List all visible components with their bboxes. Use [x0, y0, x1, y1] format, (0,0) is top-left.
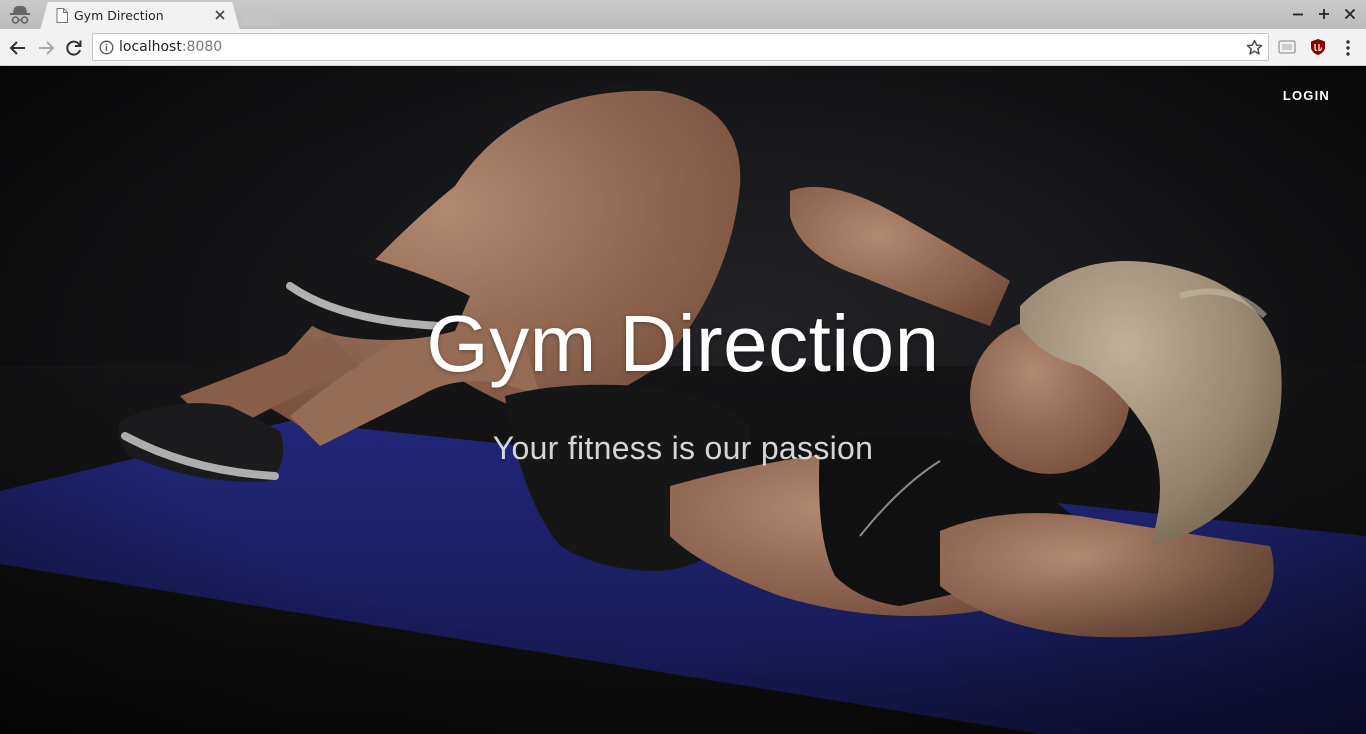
- new-tab-button[interactable]: [240, 7, 274, 26]
- close-window-button[interactable]: [1342, 4, 1358, 24]
- window-controls: [1290, 4, 1358, 24]
- close-icon[interactable]: [214, 9, 226, 21]
- ublock-icon[interactable]: [1309, 38, 1327, 56]
- address-bar[interactable]: localhost:8080: [92, 33, 1269, 61]
- login-link[interactable]: LOGIN: [1283, 88, 1330, 103]
- browser-tab[interactable]: Gym Direction: [40, 2, 240, 30]
- maximize-icon: [1319, 9, 1329, 19]
- screenshot-extension-icon[interactable]: [1278, 38, 1296, 56]
- incognito-icon: [10, 6, 30, 24]
- maximize-button[interactable]: [1316, 4, 1332, 24]
- tab-title: Gym Direction: [74, 8, 164, 23]
- url-port: :8080: [181, 39, 223, 55]
- hero-title: Gym Direction: [426, 299, 940, 388]
- info-icon[interactable]: [99, 40, 114, 55]
- star-icon[interactable]: [1246, 39, 1263, 56]
- close-window-icon: [1344, 8, 1356, 20]
- browser-toolbar: localhost:8080: [0, 29, 1366, 66]
- minimize-icon: [1293, 13, 1303, 16]
- hero-section: LOGIN Gym Direction Your fitness is our …: [0, 66, 1366, 734]
- back-arrow-icon[interactable]: [8, 38, 28, 58]
- page-icon: [56, 8, 68, 23]
- url-text: localhost:8080: [119, 39, 222, 55]
- url-host: localhost: [119, 39, 182, 55]
- browser-tab-strip: Gym Direction: [0, 0, 1366, 30]
- hero-background-image: [0, 66, 1366, 734]
- menu-dots-icon[interactable]: [1340, 38, 1356, 58]
- minimize-button[interactable]: [1290, 4, 1306, 24]
- forward-arrow-icon[interactable]: [36, 38, 56, 58]
- reload-icon[interactable]: [64, 38, 84, 58]
- hero-subtitle: Your fitness is our passion: [492, 430, 874, 466]
